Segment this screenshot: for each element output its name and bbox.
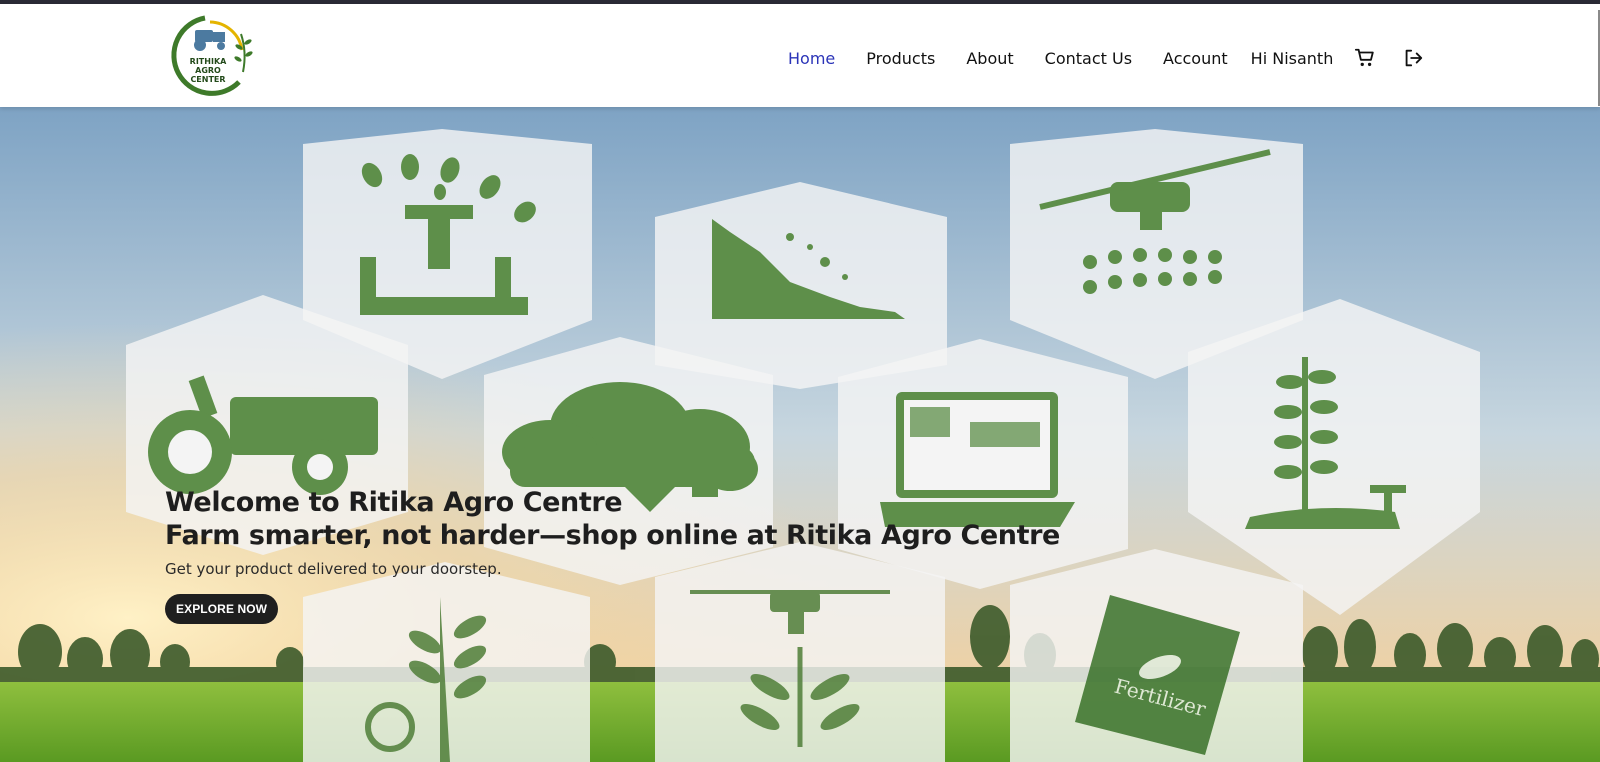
logo-text-line2: AGRO xyxy=(195,66,221,75)
hero-banner: Fertilizer Welcome to Ritika Agro Centre… xyxy=(0,107,1600,762)
logo[interactable]: RITHIKA AGRO CENTER xyxy=(165,12,262,102)
hero-subtitle: Farm smarter, not harder—shop online at … xyxy=(165,520,1060,551)
nav-about-link[interactable]: About xyxy=(966,49,1013,68)
user-greeting: Hi Nisanth xyxy=(1250,48,1334,68)
logo-text-line3: CENTER xyxy=(190,75,225,84)
nav-contact-link[interactable]: Contact Us xyxy=(1045,49,1132,68)
logout-button[interactable] xyxy=(1400,45,1426,71)
logo-emblem-icon: RITHIKA AGRO CENTER xyxy=(171,15,253,96)
logout-icon xyxy=(1405,49,1423,67)
cart-button[interactable] xyxy=(1352,45,1378,71)
nav-account-link[interactable]: Account xyxy=(1163,49,1228,68)
nav-home-link[interactable]: Home xyxy=(788,49,835,68)
hero-content: Welcome to Ritika Agro Centre Farm smart… xyxy=(165,486,1165,624)
explore-now-button[interactable]: EXPLORE NOW xyxy=(165,594,279,624)
nav-products-link[interactable]: Products xyxy=(866,49,935,68)
hero-background-image: Fertilizer xyxy=(0,107,1600,762)
navbar: RITHIKA AGRO CENTER Home Products About … xyxy=(0,4,1600,107)
main-nav: Home Products About Contact Us Account H… xyxy=(788,43,1426,73)
cart-icon xyxy=(1355,48,1375,67)
hero-title: Welcome to Ritika Agro Centre xyxy=(165,487,623,518)
logo-text-line1: RITHIKA xyxy=(190,57,227,66)
hero-tagline: Get your product delivered to your doors… xyxy=(165,560,502,578)
